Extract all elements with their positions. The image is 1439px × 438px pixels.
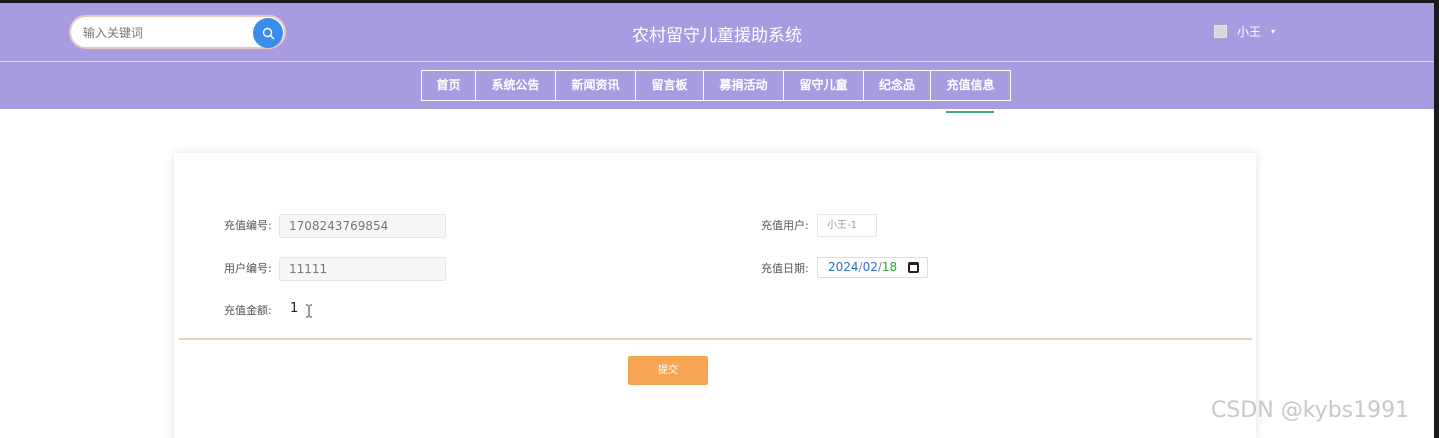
nav-bar: 首页 系统公告 新闻资讯 留言板 募捐活动 留守儿童 纪念品 充值信息 (0, 62, 1434, 109)
submit-button[interactable]: 提交 (628, 356, 708, 385)
form-divider (179, 338, 1252, 340)
main-nav: 首页 系统公告 新闻资讯 留言板 募捐活动 留守儿童 纪念品 充值信息 (421, 70, 1011, 101)
date-month: 02 (862, 260, 878, 274)
recharge-user-label: 充值用户: (761, 219, 809, 232)
user-menu[interactable]: 小王 ▾ (1214, 23, 1275, 40)
date-year: 2024 (828, 260, 859, 274)
user-no-label: 用户编号: (224, 262, 272, 275)
user-no-field[interactable]: 11111 (279, 257, 446, 281)
text-cursor-icon (306, 304, 312, 318)
recharge-no-field[interactable]: 1708243769854 (279, 214, 446, 238)
nav-item-message-board[interactable]: 留言板 (636, 71, 704, 100)
avatar (1214, 25, 1227, 38)
recharge-date-label: 充值日期: (761, 262, 809, 275)
chevron-down-icon: ▾ (1271, 27, 1276, 36)
nav-item-announcements[interactable]: 系统公告 (476, 71, 556, 100)
calendar-icon[interactable] (908, 262, 919, 273)
window-right-edge (1434, 0, 1439, 438)
site-header: 农村留守儿童援助系统 小王 ▾ (0, 3, 1434, 61)
nav-item-souvenirs[interactable]: 纪念品 (864, 71, 931, 100)
user-name: 小王 (1237, 25, 1262, 39)
watermark: CSDN @kybs1991 (1211, 398, 1410, 423)
nav-item-left-behind-children[interactable]: 留守儿童 (784, 71, 864, 100)
amount-input[interactable]: 1 (290, 301, 298, 316)
date-day: 18 (881, 260, 898, 274)
nav-item-donation-events[interactable]: 募捐活动 (704, 71, 784, 100)
amount-label: 充值金额: (224, 304, 272, 317)
recharge-form-card: 充值编号: 1708243769854 充值用户: 小王-1 用户编号: 111… (174, 153, 1256, 438)
nav-item-home[interactable]: 首页 (422, 71, 476, 100)
recharge-date-input[interactable]: 2024/02/18 (817, 257, 928, 278)
recharge-no-label: 充值编号: (224, 219, 272, 232)
nav-item-news[interactable]: 新闻资讯 (556, 71, 636, 100)
recharge-user-field[interactable]: 小王-1 (817, 214, 877, 237)
nav-item-recharge-info[interactable]: 充值信息 (931, 71, 1010, 100)
active-nav-indicator (946, 111, 994, 113)
